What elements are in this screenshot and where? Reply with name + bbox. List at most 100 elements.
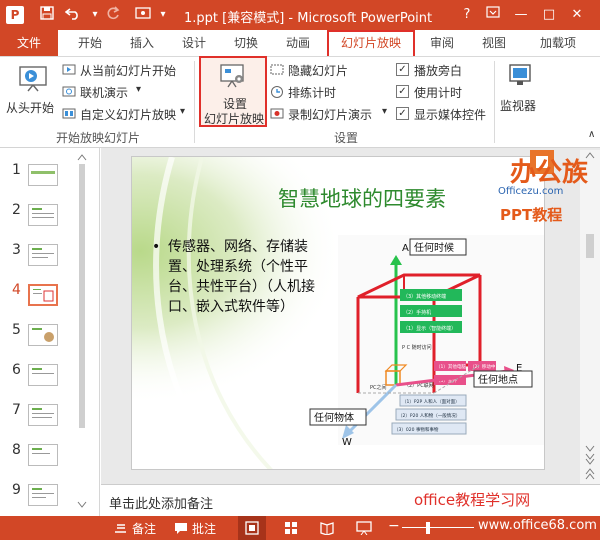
tab-design[interactable]: 设计 (174, 30, 214, 56)
save-icon[interactable] (38, 6, 56, 24)
slide-number: 9 (12, 482, 21, 498)
slide-thumbnail[interactable] (28, 164, 58, 186)
comments-icon (175, 523, 187, 534)
slide-editor: 智慧地球的四要素 • 传感器、网络、存储装置、处理系统（个性平台、共性平台）（人… (101, 148, 600, 484)
slide-thumbnail-pane: 1 2 3 4 5 6 7 8 9 (0, 148, 100, 516)
present-online-icon (62, 86, 76, 97)
axis-when-label: 任何时候 (414, 241, 454, 254)
slide-number: 5 (12, 322, 21, 338)
blue-item: （1）P2P 人和人（面对面） (402, 398, 460, 405)
axis-a-label: A (402, 243, 409, 254)
slide-thumbnail[interactable] (28, 244, 58, 266)
tab-addins[interactable]: 加载项 (530, 30, 586, 56)
monitors-button[interactable]: 监视器 (498, 59, 542, 119)
pink-item: （1）其他电脑 (436, 363, 466, 370)
undo-dropdown-icon[interactable]: ▾ (86, 6, 104, 24)
editor-vertical-scrollbar[interactable] (580, 150, 600, 484)
ribbon: 从头开始 从当前幻灯片开始 联机演示 ▾ 自定义幻灯片放映 ▾ 开始放映幻灯片 … (0, 56, 600, 148)
slide-thumbnail[interactable] (28, 444, 58, 466)
title-bar: P ▾ ▾ 1.ppt [兼容模式] - Microsoft PowerPoin… (0, 0, 600, 30)
rehearse-timings-button[interactable]: 排练计时 (288, 84, 336, 101)
slide-number: 1 (12, 162, 21, 178)
watermark-footer-title: office教程学习网 (414, 491, 531, 509)
ribbon-separator (494, 61, 495, 143)
play-narrations-label: 播放旁白 (414, 64, 463, 78)
watermark-ppt: PPT教程 (500, 206, 563, 224)
slide-number: 8 (12, 442, 21, 458)
watermark-site: Officezu.com (498, 186, 564, 197)
record-dropdown-icon[interactable]: ▾ (382, 106, 387, 117)
group-setup-label: 设置 (334, 131, 359, 145)
slideshow-play-icon (19, 66, 47, 92)
custom-show-dropdown-icon[interactable]: ▾ (180, 106, 185, 117)
slide-thumbnail[interactable] (28, 364, 58, 386)
from-current-icon (62, 64, 76, 75)
help-icon[interactable]: ? (456, 5, 478, 25)
record-show-button[interactable]: 录制幻灯片演示 (288, 106, 372, 123)
custom-show-button[interactable]: 自定义幻灯片放映 (80, 106, 176, 123)
green-item: （3）其他移动终端 (403, 293, 446, 300)
tab-transitions[interactable]: 切换 (226, 30, 266, 56)
present-online-dropdown-icon[interactable]: ▾ (136, 84, 141, 95)
collapse-ribbon-icon[interactable]: ∧ (588, 129, 595, 140)
watermark-footer-url: www.office68.com (478, 518, 597, 533)
setup-label-line2: 幻灯片放映 (204, 112, 265, 126)
minimize-icon[interactable]: — (510, 5, 532, 25)
hide-slide-button[interactable]: 隐藏幻灯片 (288, 62, 348, 79)
tab-review[interactable]: 审阅 (422, 30, 462, 56)
customize-icon[interactable]: ▾ (154, 6, 172, 24)
custom-show-icon (62, 108, 76, 119)
center-label: P C 随时访问 (402, 344, 432, 351)
tab-animations[interactable]: 动画 (278, 30, 318, 56)
setup-slide-show-button[interactable]: 设置 幻灯片放映 (199, 56, 267, 127)
setup-slideshow-icon (220, 64, 244, 88)
normal-view-button[interactable] (238, 516, 266, 540)
slide-number-selected: 4 (12, 282, 21, 298)
window-title: 1.ppt [兼容模式] - Microsoft PowerPoint (184, 11, 433, 26)
zoom-slider-thumb[interactable] (426, 522, 430, 534)
slide-body-text[interactable]: • 传感器、网络、存储装置、处理系统（个性平台、共性平台）（人机接口、嵌入式软件… (152, 237, 332, 317)
slide-thumbnail[interactable] (28, 204, 58, 226)
hide-slide-icon (270, 64, 284, 75)
zoom-slider[interactable] (402, 527, 474, 528)
slide-thumbnail[interactable] (28, 404, 58, 426)
current-slide[interactable]: 智慧地球的四要素 • 传感器、网络、存储装置、处理系统（个性平台、共性平台）（人… (131, 156, 545, 470)
tab-insert[interactable]: 插入 (122, 30, 162, 56)
tab-slide-show[interactable]: 幻灯片放映 (327, 30, 415, 56)
slide-thumbnail[interactable] (28, 484, 58, 506)
slide-thumbnail[interactable] (28, 324, 58, 346)
present-online-button[interactable]: 联机演示 (80, 84, 128, 101)
slideshow-view-icon[interactable] (356, 521, 372, 535)
play-narrations-checkbox[interactable]: ✓ (396, 63, 409, 76)
slide-title[interactable]: 智慧地球的四要素 (202, 183, 522, 213)
undo-icon[interactable] (64, 6, 82, 24)
from-start-button[interactable]: 从头开始 (6, 61, 58, 117)
center-label: PC之间 (370, 384, 387, 391)
notes-icon (115, 524, 126, 533)
notes-button[interactable]: 备注 (132, 520, 156, 537)
green-item: （1）显示（智能终端） (403, 325, 456, 332)
reading-view-icon[interactable] (320, 521, 334, 535)
slide-thumbnail-selected[interactable] (28, 284, 58, 306)
from-start-label: 从头开始 (6, 101, 55, 115)
tab-file[interactable]: 文件 (0, 30, 58, 56)
green-item: （2）手持机 (403, 309, 431, 316)
slide-number: 7 (12, 402, 21, 418)
tab-view[interactable]: 视图 (474, 30, 514, 56)
monitor-icon (509, 64, 531, 85)
show-media-controls-checkbox[interactable]: ✓ (396, 107, 409, 120)
ribbon-display-icon[interactable] (482, 5, 504, 25)
redo-icon[interactable] (104, 6, 122, 24)
touch-mode-icon[interactable] (134, 6, 152, 24)
close-icon[interactable]: ✕ (566, 5, 588, 25)
from-current-button[interactable]: 从当前幻灯片开始 (80, 62, 176, 79)
restore-icon[interactable]: □ (538, 5, 560, 25)
use-timings-checkbox[interactable]: ✓ (396, 85, 409, 98)
blue-item: （3）020 事物和事物 (394, 426, 439, 433)
tab-home[interactable]: 开始 (70, 30, 110, 56)
slide-sorter-icon[interactable] (284, 521, 298, 535)
record-show-icon (270, 108, 284, 119)
zoom-out-icon[interactable]: − (388, 518, 400, 534)
thumbnail-scrollbar[interactable] (76, 152, 88, 510)
comments-button[interactable]: 批注 (192, 520, 216, 537)
